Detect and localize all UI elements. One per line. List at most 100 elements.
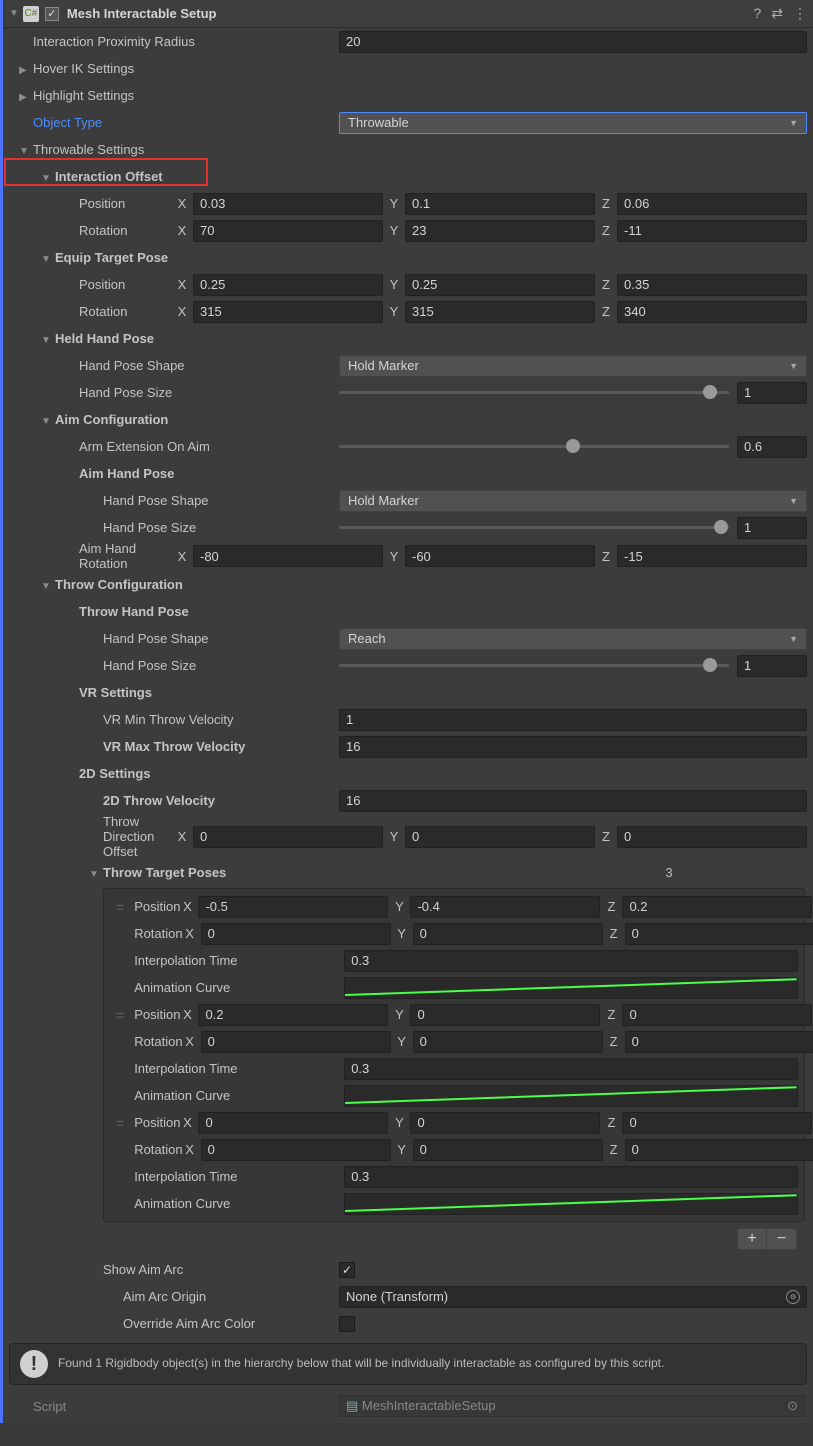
vr-min-input[interactable] (339, 709, 807, 731)
io-rot-z[interactable] (617, 220, 807, 242)
ahp-size-value[interactable] (737, 517, 807, 539)
aim-hand-rotation-label: Aim Hand Rotation (3, 541, 175, 571)
animation-curve-field[interactable] (344, 1193, 798, 1215)
thp-shape-dropdown[interactable]: Reach▼ (339, 628, 807, 650)
tdo-x[interactable] (193, 826, 383, 848)
animation-curve-field[interactable] (344, 977, 798, 999)
ahp-shape-dropdown[interactable]: Hold Marker▼ (339, 490, 807, 512)
pose-pos-z[interactable] (622, 1112, 812, 1134)
info-box: ! Found 1 Rigidbody object(s) in the hie… (9, 1343, 807, 1385)
chevron-down-icon: ▼ (789, 496, 798, 506)
2d-velocity-input[interactable] (339, 790, 807, 812)
io-rot-x[interactable] (193, 220, 383, 242)
hhp-shape-label: Hand Pose Shape (3, 358, 339, 373)
io-rot-y[interactable] (405, 220, 595, 242)
override-aim-arc-color-label: Override Aim Arc Color (3, 1316, 339, 1331)
pose-pos-y[interactable] (410, 896, 600, 918)
etp-rot-y[interactable] (405, 301, 595, 323)
pose-pos-x[interactable] (198, 1112, 388, 1134)
array-add-button[interactable]: + (737, 1228, 767, 1250)
chevron-down-icon: ▼ (789, 634, 798, 644)
pose-pos-x[interactable] (198, 1004, 388, 1026)
pose-pos-z[interactable] (622, 1004, 812, 1026)
interaction-proximity-radius-input[interactable] (339, 31, 807, 53)
pose-rot-x[interactable] (201, 1031, 391, 1053)
object-picker-icon[interactable]: ⊙ (786, 1290, 800, 1304)
help-icon[interactable]: ? (753, 5, 761, 22)
pose-rotation-label: Rotation (134, 926, 182, 941)
pose-pos-x[interactable] (198, 896, 388, 918)
etp-rot-z[interactable] (617, 301, 807, 323)
pose-rot-z[interactable] (625, 923, 813, 945)
array-remove-button[interactable]: − (767, 1228, 797, 1250)
drag-handle-icon[interactable]: = (104, 1007, 134, 1023)
hover-ik-settings-label[interactable]: ▶Hover IK Settings (3, 61, 339, 76)
override-aim-arc-color-checkbox[interactable] (339, 1316, 355, 1332)
pose-curve-label: Animation Curve (134, 980, 344, 995)
pose-rot-z[interactable] (625, 1139, 813, 1161)
thp-shape-label: Hand Pose Shape (3, 631, 339, 646)
pose-pos-y[interactable] (410, 1112, 600, 1134)
animation-curve-field[interactable] (344, 1085, 798, 1107)
io-pos-x[interactable] (193, 193, 383, 215)
io-position-label: Position (3, 196, 175, 211)
hhp-shape-dropdown[interactable]: Hold Marker▼ (339, 355, 807, 377)
vr-max-label: VR Max Throw Velocity (3, 739, 339, 754)
tdo-y[interactable] (405, 826, 595, 848)
interaction-offset-label[interactable]: ▼Interaction Offset (3, 169, 339, 184)
object-type-dropdown[interactable]: Throwable▼ (339, 112, 807, 134)
etp-pos-y[interactable] (405, 274, 595, 296)
throw-target-poses-label[interactable]: ▼Throw Target Poses (3, 865, 339, 880)
pose-interp-input[interactable] (344, 1058, 798, 1080)
pose-rot-y[interactable] (413, 1139, 603, 1161)
tdo-z[interactable] (617, 826, 807, 848)
pose-rot-y[interactable] (413, 1031, 603, 1053)
ahr-z[interactable] (617, 545, 807, 567)
fold-icon[interactable]: ▼ (9, 8, 19, 19)
throw-hand-pose-label: Throw Hand Pose (3, 604, 339, 619)
preset-icon[interactable]: ⇄ (771, 5, 783, 22)
pose-rotation-label: Rotation (134, 1142, 182, 1157)
equip-target-pose-label[interactable]: ▼Equip Target Pose (3, 250, 339, 265)
drag-handle-icon[interactable]: = (104, 899, 134, 915)
ahr-y[interactable] (405, 545, 595, 567)
hhp-size-value[interactable] (737, 382, 807, 404)
aim-arc-origin-field[interactable]: None (Transform) ⊙ (339, 1286, 807, 1308)
thp-size-slider[interactable] (339, 664, 729, 667)
enabled-checkbox[interactable]: ✓ (45, 7, 59, 21)
arm-extension-value[interactable] (737, 436, 807, 458)
pose-pos-z[interactable] (622, 896, 812, 918)
highlight-settings-label[interactable]: ▶Highlight Settings (3, 88, 339, 103)
menu-icon[interactable]: ⋮ (793, 5, 807, 22)
etp-pos-z[interactable] (617, 274, 807, 296)
pose-rot-y[interactable] (413, 923, 603, 945)
aim-hand-pose-label: Aim Hand Pose (3, 466, 339, 481)
etp-rot-x[interactable] (193, 301, 383, 323)
io-pos-y[interactable] (405, 193, 595, 215)
throwable-settings-label[interactable]: ▼Throwable Settings (3, 142, 339, 157)
pose-rot-x[interactable] (201, 1139, 391, 1161)
thp-size-value[interactable] (737, 655, 807, 677)
pose-interp-input[interactable] (344, 1166, 798, 1188)
component-header[interactable]: ▼ C# ✓ Mesh Interactable Setup ? ⇄ ⋮ (3, 0, 813, 28)
ahp-size-slider[interactable] (339, 526, 729, 529)
etp-pos-x[interactable] (193, 274, 383, 296)
throw-config-label[interactable]: ▼Throw Configuration (3, 577, 339, 592)
hhp-size-slider[interactable] (339, 391, 729, 394)
arm-extension-slider[interactable] (339, 445, 729, 448)
pose-pos-y[interactable] (410, 1004, 600, 1026)
aim-arc-origin-label: Aim Arc Origin (3, 1289, 339, 1304)
chevron-down-icon: ▼ (789, 361, 798, 371)
io-pos-z[interactable] (617, 193, 807, 215)
pose-rot-z[interactable] (625, 1031, 813, 1053)
pose-interp-input[interactable] (344, 950, 798, 972)
pose-rot-x[interactable] (201, 923, 391, 945)
held-hand-pose-label[interactable]: ▼Held Hand Pose (3, 331, 339, 346)
script-field: ▤ MeshInteractableSetup ⊙ (339, 1395, 805, 1417)
vr-max-input[interactable] (339, 736, 807, 758)
aim-config-label[interactable]: ▼Aim Configuration (3, 412, 339, 427)
script-icon: C# (23, 6, 39, 22)
drag-handle-icon[interactable]: = (104, 1115, 134, 1131)
ahr-x[interactable] (193, 545, 383, 567)
show-aim-arc-checkbox[interactable]: ✓ (339, 1262, 355, 1278)
